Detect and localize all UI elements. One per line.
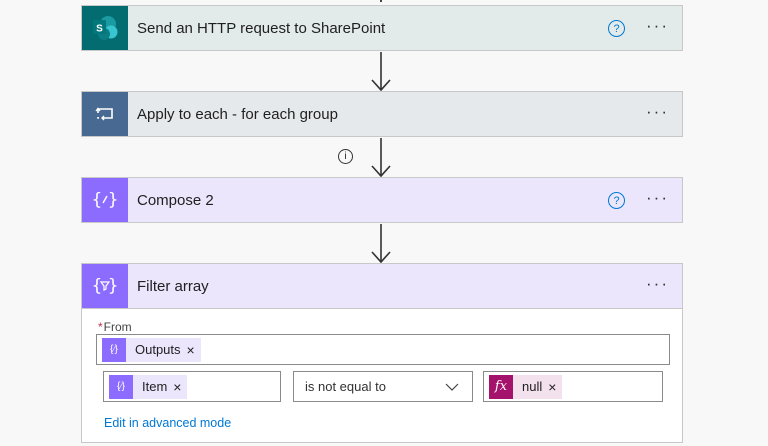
compose-icon: { } bbox=[82, 178, 128, 222]
condition-right-input[interactable]: fx null × bbox=[483, 371, 663, 402]
remove-token-button[interactable]: × bbox=[187, 342, 195, 358]
token-label: Outputs bbox=[135, 342, 181, 357]
remove-token-button[interactable]: × bbox=[173, 379, 181, 395]
more-options-button[interactable]: ··· bbox=[646, 274, 669, 294]
action-title: Send an HTTP request to SharePoint bbox=[137, 19, 386, 37]
condition-left-input[interactable]: {⁄} Item × bbox=[103, 371, 281, 402]
operator-value: is not equal to bbox=[305, 379, 386, 394]
sharepoint-icon: S bbox=[82, 6, 128, 50]
remove-token-button[interactable]: × bbox=[548, 379, 556, 395]
action-title: Compose 2 bbox=[137, 191, 214, 209]
from-input[interactable]: {⁄} Outputs × bbox=[96, 334, 670, 365]
more-options-button[interactable]: ··· bbox=[646, 16, 669, 36]
more-options-button[interactable]: ··· bbox=[646, 188, 669, 208]
action-card-filter-array[interactable]: { } Filter array ··· bbox=[81, 263, 683, 309]
help-icon[interactable]: ? bbox=[608, 20, 625, 37]
connector-top bbox=[380, 0, 382, 2]
action-card-send-http-request[interactable]: S Send an HTTP request to SharePoint ? ·… bbox=[81, 5, 683, 51]
filter-array-panel: *From {⁄} Outputs × {⁄} Item × is not eq… bbox=[81, 309, 683, 443]
connector-arrow bbox=[371, 138, 391, 178]
more-options-button[interactable]: ··· bbox=[646, 102, 669, 122]
help-icon[interactable]: ? bbox=[608, 192, 625, 209]
chevron-down-icon bbox=[445, 383, 459, 391]
token-label: Item bbox=[142, 379, 168, 394]
sharepoint-letter: S bbox=[96, 24, 103, 35]
svg-text:{ }: { } bbox=[93, 276, 117, 296]
dynamic-content-token[interactable]: {⁄} Outputs × bbox=[102, 337, 201, 362]
action-card-compose-2[interactable]: { } Compose 2 ? ··· bbox=[81, 177, 683, 223]
connector-arrow bbox=[371, 224, 391, 264]
edit-advanced-mode-link[interactable]: Edit in advanced mode bbox=[104, 416, 231, 430]
loop-icon bbox=[82, 92, 128, 136]
expression-fx-icon: fx bbox=[489, 374, 513, 399]
filter-token-icon: {⁄} bbox=[109, 374, 133, 399]
token-label: null bbox=[522, 379, 543, 394]
expression-token[interactable]: fx null × bbox=[489, 374, 563, 399]
info-icon[interactable]: i bbox=[338, 149, 353, 164]
required-marker: * bbox=[98, 320, 103, 334]
action-title: Filter array bbox=[137, 277, 209, 295]
connector-arrow bbox=[371, 52, 391, 92]
compose-token-icon: {⁄} bbox=[102, 337, 126, 362]
operator-dropdown[interactable]: is not equal to bbox=[293, 371, 473, 402]
filter-array-icon: { } bbox=[82, 264, 128, 308]
action-card-apply-to-each[interactable]: Apply to each - for each group ··· bbox=[81, 91, 683, 137]
dynamic-content-token[interactable]: {⁄} Item × bbox=[109, 374, 188, 399]
action-title: Apply to each - for each group bbox=[137, 105, 338, 123]
from-label: *From bbox=[98, 320, 132, 334]
